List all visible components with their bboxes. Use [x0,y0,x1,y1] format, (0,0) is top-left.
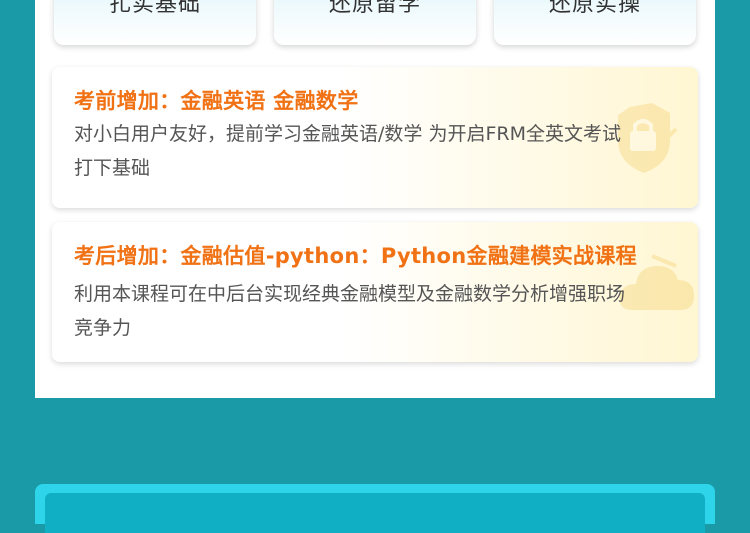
top-card-label: 还原实操 [548,0,641,17]
feature-card-post-exam: 考后增加：金融估值-python：Python金融建模实战课程 利用本课程可在中… [52,222,698,362]
feature-card-pre-exam: 考前增加：金融英语 金融数学 对小白用户友好，提前学习金融英语/数学 为开启FR… [52,67,698,208]
top-card-label: 还原留学 [328,0,421,17]
top-card-foundation: 扎实基础 [54,0,256,45]
top-card-label: 扎实基础 [108,0,201,17]
top-card-practice: 还原实操 [494,0,696,45]
feature-title: 考后增加：金融估值-python：Python金融建模实战课程 [74,244,637,268]
next-section-header [35,484,715,533]
top-card-study-abroad: 还原留学 [274,0,476,45]
next-section-inner [45,493,705,533]
feature-description: 利用本课程可在中后台实现经典金融模型及金融数学分析增强职场竞争力 [74,283,626,339]
feature-title: 考前增加：金融英语 金融数学 [74,89,359,113]
features-panel: 扎实基础 还原留学 还原实操 考前增加：金融英语 金融数学 对小白用户友好，提前… [35,0,715,398]
feature-description: 对小白用户友好，提前学习金融英语/数学 为开启FRM全英文考试打下基础 [74,123,621,179]
top-card-row: 扎实基础 还原留学 还原实操 [35,0,715,46]
